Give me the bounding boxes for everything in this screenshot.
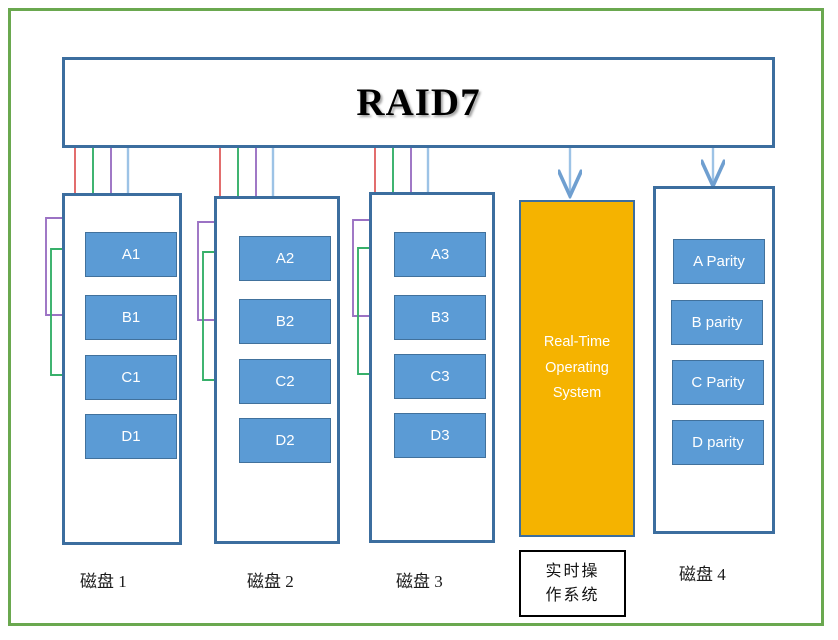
data-block[interactable]: C3 [394,354,486,399]
data-block[interactable]: D1 [85,414,177,459]
disk-label-3: 磁盘 3 [396,572,443,591]
data-block[interactable]: B3 [394,295,486,340]
parity-block[interactable]: B parity [671,300,763,345]
disk-column-4[interactable]: A Parity B parity C Parity D parity [653,186,775,534]
data-block[interactable]: C1 [85,355,177,400]
disk-label-2: 磁盘 2 [247,572,294,591]
data-block[interactable]: A2 [239,236,331,281]
data-block[interactable]: A3 [394,232,486,277]
data-block[interactable]: C2 [239,359,331,404]
disk-label-4: 磁盘 4 [679,565,726,584]
rtos-line-3: System [552,385,602,402]
data-block[interactable]: D2 [239,418,331,463]
disk-column-1[interactable]: A1 B1 C1 D1 [62,193,182,545]
rtos-caption-line-1: 实时操 [545,562,600,580]
data-block[interactable]: A1 [85,232,177,277]
rtos-line-2: Operating [545,359,609,376]
realtime-os-box[interactable]: Real-Time Operating System [519,200,635,537]
parity-block[interactable]: A Parity [673,239,765,284]
disk-column-3[interactable]: A3 B3 C3 D3 [369,192,495,543]
realtime-os-caption-box: 实时操 作系统 [519,550,626,617]
data-block[interactable]: B2 [239,299,331,344]
data-block[interactable]: B1 [85,295,177,340]
data-block[interactable]: D3 [394,413,486,458]
parity-block[interactable]: D parity [672,420,764,465]
parity-block[interactable]: C Parity [672,360,764,405]
disk-column-2[interactable]: A2 B2 C2 D2 [214,196,340,544]
rtos-caption-line-2: 作系统 [545,586,600,604]
disk-label-1: 磁盘 1 [80,572,127,591]
rtos-line-1: Real-Time [543,334,611,351]
